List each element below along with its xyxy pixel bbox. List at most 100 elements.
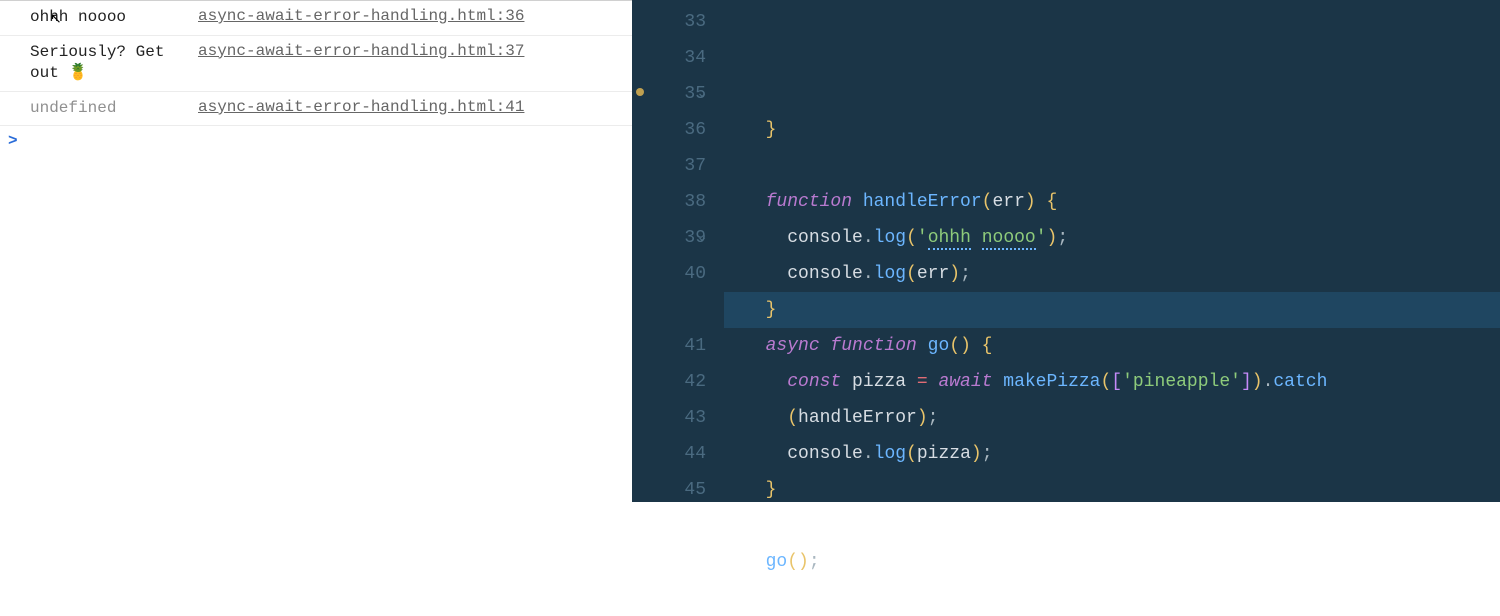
line-number[interactable] <box>650 292 706 328</box>
code-token: ) <box>917 408 928 428</box>
line-number[interactable]: 43 <box>650 400 706 436</box>
console-log-row: ↖ ohhh noooo async-await-error-handling.… <box>0 1 632 36</box>
console-source-link[interactable]: async-await-error-handling.html:37 <box>198 42 524 60</box>
console-log-row: undefined async-await-error-handling.htm… <box>0 92 632 127</box>
code-token: const <box>787 372 852 392</box>
code-token: pizza <box>852 372 906 392</box>
fold-chevron-icon[interactable]: ⌄ <box>696 76 708 112</box>
line-number[interactable]: 38 <box>650 184 706 220</box>
code-line[interactable]: async function go() { <box>724 328 1500 364</box>
code-token: = <box>906 372 938 392</box>
code-token: noooo <box>982 228 1036 248</box>
code-token: console <box>787 228 863 248</box>
code-token: ( <box>787 552 798 572</box>
code-line[interactable] <box>724 580 1500 616</box>
code-token: ( <box>949 336 960 356</box>
code-token: ( <box>906 444 917 464</box>
editor-code-area[interactable]: } function handleError(err) { console.lo… <box>724 0 1500 502</box>
code-token: ) <box>971 444 982 464</box>
code-token: ( <box>906 228 917 248</box>
code-line[interactable]: console.log('ohhh noooo'); <box>724 220 1500 256</box>
code-token: function <box>830 336 927 356</box>
code-token: ] <box>1241 372 1252 392</box>
line-number[interactable]: 35⌄ <box>650 76 706 112</box>
code-editor[interactable]: 333435⌄36373839⌄404142434445 } function … <box>632 0 1500 502</box>
line-number[interactable]: 42 <box>650 364 706 400</box>
console-source-link[interactable]: async-await-error-handling.html:36 <box>198 7 524 25</box>
code-token: ( <box>982 192 993 212</box>
line-number[interactable]: 39⌄ <box>650 220 706 256</box>
code-token: . <box>863 444 874 464</box>
code-token: ( <box>906 264 917 284</box>
code-line[interactable]: } <box>724 472 1500 508</box>
code-token: ; <box>809 552 820 572</box>
editor-gutter[interactable]: 333435⌄36373839⌄404142434445 <box>650 0 724 502</box>
code-token: . <box>863 228 874 248</box>
code-line[interactable]: (handleError); <box>724 400 1500 436</box>
code-line[interactable] <box>724 148 1500 184</box>
code-token: 'pineapple' <box>1122 372 1241 392</box>
code-token: ' <box>1036 228 1047 248</box>
devtools-console[interactable]: ↖ ohhh noooo async-await-error-handling.… <box>0 0 632 502</box>
code-token: } <box>766 480 777 500</box>
line-number[interactable]: 33 <box>650 4 706 40</box>
code-token: makePizza <box>1003 372 1100 392</box>
code-token: async <box>766 336 831 356</box>
code-token: pizza <box>917 444 971 464</box>
code-token: ; <box>982 444 993 464</box>
code-token: ohhh <box>928 228 971 248</box>
console-source-link[interactable]: async-await-error-handling.html:41 <box>198 98 524 116</box>
code-token: } <box>766 120 777 140</box>
code-token: err <box>992 192 1024 212</box>
code-token: log <box>874 228 906 248</box>
code-token: ; <box>1057 228 1068 248</box>
console-message: ohhh noooo <box>30 7 190 29</box>
code-token: } <box>766 300 777 320</box>
code-token: handleError <box>798 408 917 428</box>
code-token: ) <box>1252 372 1263 392</box>
code-token: ' <box>917 228 928 248</box>
code-token: . <box>1263 372 1274 392</box>
code-token: ( <box>1100 372 1111 392</box>
line-number[interactable]: 41 <box>650 328 706 364</box>
code-token: ) <box>1047 228 1058 248</box>
code-token: ) <box>1025 192 1047 212</box>
code-token: ( <box>787 408 798 428</box>
line-number[interactable]: 40 <box>650 256 706 292</box>
code-token: function <box>766 192 863 212</box>
console-log-row: Seriously? Get out 🍍 async-await-error-h… <box>0 36 632 92</box>
code-line[interactable]: } <box>724 112 1500 148</box>
code-token: handleError <box>863 192 982 212</box>
modified-indicator-icon <box>636 88 644 96</box>
code-line[interactable]: } <box>724 292 1500 328</box>
code-token: ) <box>960 336 982 356</box>
line-number[interactable]: 45 <box>650 472 706 508</box>
line-number[interactable]: 44 <box>650 436 706 472</box>
code-line[interactable]: function handleError(err) { <box>724 184 1500 220</box>
code-token: ; <box>928 408 939 428</box>
code-token: go <box>928 336 950 356</box>
console-prompt[interactable]: > <box>0 126 632 156</box>
console-message: Seriously? Get out 🍍 <box>30 42 190 85</box>
code-line[interactable]: const pizza = await makePizza(['pineappl… <box>724 364 1500 400</box>
code-token: ; <box>960 264 971 284</box>
editor-left-pad <box>632 0 650 502</box>
code-token: . <box>863 264 874 284</box>
line-number[interactable]: 34 <box>650 40 706 76</box>
code-token: ) <box>798 552 809 572</box>
code-token: go <box>766 552 788 572</box>
code-token: log <box>874 264 906 284</box>
code-line[interactable] <box>724 508 1500 544</box>
code-token: ) <box>949 264 960 284</box>
code-token: { <box>982 336 993 356</box>
line-number[interactable]: 37 <box>650 148 706 184</box>
fold-chevron-icon[interactable]: ⌄ <box>696 220 708 256</box>
console-message-undefined: undefined <box>30 98 190 120</box>
line-number[interactable]: 36 <box>650 112 706 148</box>
code-token: { <box>1046 192 1057 212</box>
code-line[interactable]: go(); <box>724 544 1500 580</box>
code-token: console <box>787 444 863 464</box>
prompt-chevron-icon: > <box>8 132 18 150</box>
code-line[interactable]: console.log(pizza); <box>724 436 1500 472</box>
code-line[interactable]: console.log(err); <box>724 256 1500 292</box>
